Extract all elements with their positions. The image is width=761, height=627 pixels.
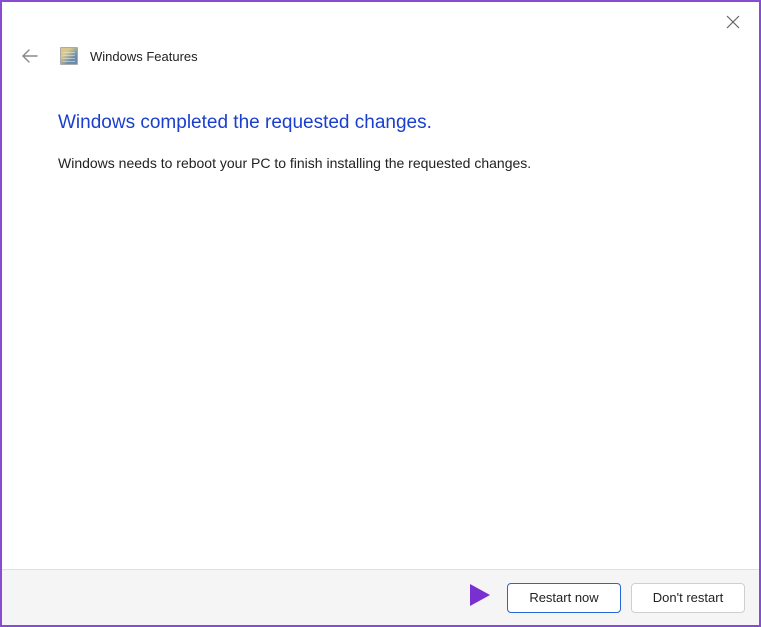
windows-features-icon: [60, 47, 78, 65]
dialog-header: Windows Features: [20, 46, 198, 66]
body-text: Windows needs to reboot your PC to finis…: [58, 154, 703, 174]
restart-now-button[interactable]: Restart now: [507, 583, 621, 613]
dont-restart-button[interactable]: Don't restart: [631, 583, 745, 613]
window-title: Windows Features: [90, 49, 198, 64]
heading-text: Windows completed the requested changes.: [58, 112, 703, 134]
dialog-content: Windows completed the requested changes.…: [58, 112, 703, 174]
dialog-footer: Restart now Don't restart: [2, 569, 759, 625]
back-arrow-icon[interactable]: [20, 46, 40, 66]
close-icon[interactable]: [723, 12, 743, 32]
